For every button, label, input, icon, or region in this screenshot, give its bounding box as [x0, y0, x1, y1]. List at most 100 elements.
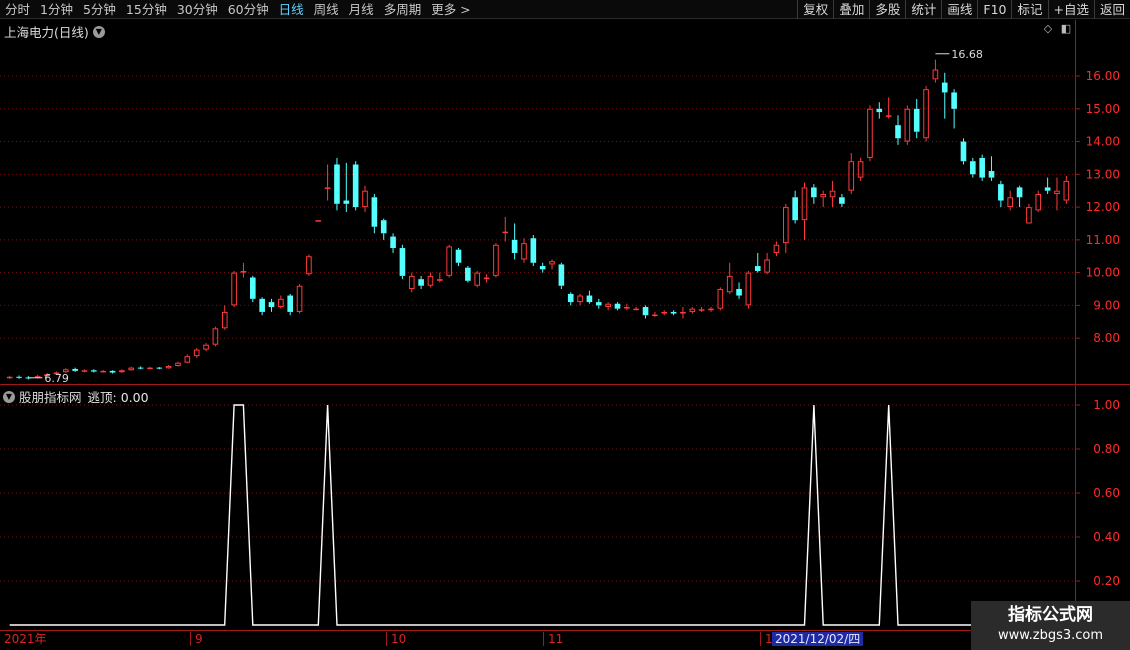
candle	[857, 157, 864, 181]
grid-layer	[0, 75, 1075, 582]
candle-body	[109, 370, 116, 373]
candle	[16, 375, 22, 379]
candle-body	[334, 164, 340, 204]
candle-body	[792, 197, 798, 221]
candle	[867, 105, 873, 162]
candle-body	[624, 307, 630, 309]
candle-body	[259, 298, 265, 312]
candle	[698, 307, 705, 312]
candle	[1016, 185, 1023, 208]
candle-body	[418, 279, 424, 286]
candle	[100, 369, 106, 373]
candle	[109, 370, 116, 374]
candle-body	[867, 108, 873, 158]
candle	[923, 85, 929, 142]
candle-body	[343, 200, 350, 204]
candle	[801, 182, 808, 240]
candle	[1035, 190, 1042, 212]
candle-body	[72, 368, 78, 371]
candle-body	[521, 243, 527, 260]
candle	[558, 262, 565, 289]
diamond-icon[interactable]: ◇	[1042, 23, 1054, 35]
candle	[278, 295, 284, 309]
candle-body	[240, 270, 247, 273]
candle-body	[1054, 190, 1060, 194]
candle-body	[782, 207, 789, 244]
candle	[689, 307, 696, 314]
indicator-line	[9, 404, 1095, 626]
candle	[119, 369, 125, 373]
annotations: 16.68 6.79	[28, 48, 983, 385]
candle-body	[184, 356, 191, 363]
candle-body	[371, 197, 378, 227]
candle	[586, 290, 593, 304]
candle-body	[904, 108, 911, 142]
chart-area[interactable]: 8.009.0010.0011.0012.0013.0014.0015.0016…	[0, 0, 1130, 650]
candle-body	[614, 303, 621, 309]
candle	[296, 284, 303, 314]
candle	[352, 161, 359, 211]
candle-body	[483, 277, 490, 280]
candle	[792, 190, 798, 224]
axis-separator	[1075, 20, 1076, 630]
indicator-name: 股朋指标网	[19, 390, 82, 405]
candle	[334, 157, 340, 211]
axis-tick-label: 0.20	[1093, 574, 1120, 588]
candle-body	[175, 362, 181, 366]
candle	[885, 97, 892, 119]
candle	[549, 259, 555, 270]
panel-toggle-icon[interactable]: ◧	[1060, 23, 1072, 35]
candle	[642, 305, 649, 319]
candle	[988, 156, 995, 181]
candle	[212, 326, 219, 347]
indicator-series	[9, 404, 1095, 626]
candle-body	[221, 311, 228, 329]
candle-body	[399, 248, 406, 276]
candle-body	[408, 275, 415, 289]
candle-body	[988, 171, 995, 178]
candle-body	[586, 295, 593, 303]
candle	[595, 298, 602, 309]
candle	[165, 364, 172, 369]
candle	[147, 366, 153, 370]
candle	[614, 302, 621, 311]
candle-body	[652, 314, 658, 317]
candle	[483, 274, 490, 283]
candle-body	[315, 220, 322, 222]
candle-body	[268, 302, 275, 308]
panel-icons: ◇ ◧	[1042, 23, 1072, 35]
candle-body	[100, 370, 106, 373]
candle-body	[549, 261, 555, 265]
watermark-url: www.zbgs3.com	[997, 628, 1104, 643]
annotation-label: 16.68	[951, 48, 983, 61]
candle	[941, 72, 948, 119]
candle	[156, 366, 163, 370]
candle-body	[633, 308, 639, 311]
candle	[521, 238, 527, 263]
candle	[465, 266, 471, 283]
candle	[633, 307, 639, 311]
candle-body	[567, 293, 574, 303]
candle-body	[839, 197, 845, 204]
candle	[764, 252, 770, 275]
chevron-down-icon[interactable]: ▼	[3, 390, 15, 403]
candle-body	[306, 256, 312, 275]
date-label: 10	[386, 632, 406, 646]
candle	[539, 262, 546, 273]
candle	[932, 59, 939, 83]
date-axis: 2021年 9 10 11 1	[0, 630, 1130, 650]
candle	[437, 272, 443, 283]
candle-body	[848, 161, 855, 191]
candle	[184, 354, 191, 364]
candle-body	[446, 246, 452, 276]
candle-body	[502, 231, 509, 234]
candle	[193, 347, 200, 358]
candle	[474, 270, 481, 288]
chevron-down-icon[interactable]: ▼	[92, 25, 105, 38]
candle-body	[380, 220, 387, 234]
candle	[446, 244, 452, 278]
candle-body	[249, 277, 256, 299]
candle	[754, 252, 761, 273]
candle	[782, 203, 789, 253]
candle-body	[801, 187, 808, 221]
